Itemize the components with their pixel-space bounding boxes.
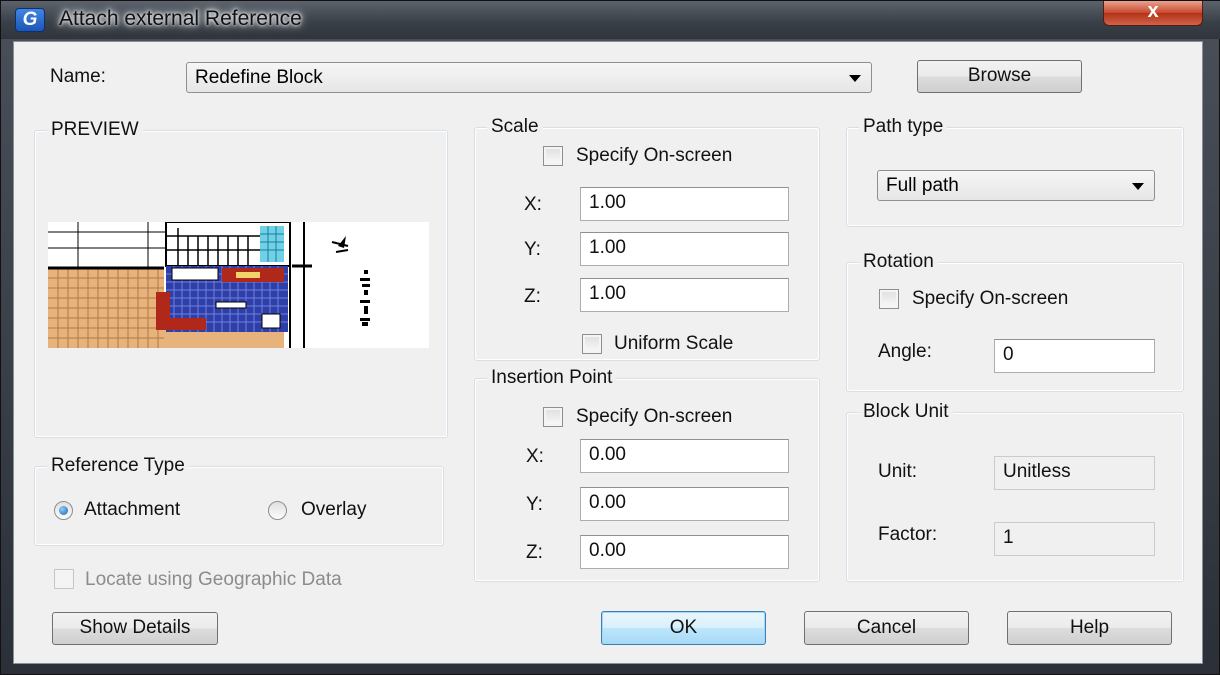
insertion-z-label: Z: — [526, 542, 543, 563]
name-label: Name: — [50, 66, 106, 87]
scale-x-label: X: — [524, 194, 542, 215]
scale-z-label: Z: — [524, 286, 541, 307]
radio-attachment[interactable] — [54, 501, 73, 520]
factor-field: 1 — [994, 522, 1155, 556]
factor-label: Factor: — [878, 524, 938, 545]
radio-attachment-label[interactable]: Attachment — [84, 499, 180, 521]
uniform-scale-label: Uniform Scale — [614, 333, 734, 354]
name-dropdown[interactable]: Redefine Block — [186, 62, 872, 93]
block-unit-title: Block Unit — [859, 401, 953, 423]
show-details-button[interactable]: Show Details — [52, 612, 218, 645]
geographic-data-label: Locate using Geographic Data — [85, 569, 342, 590]
uniform-scale-checkbox[interactable] — [582, 334, 602, 354]
angle-input[interactable]: 0 — [994, 339, 1155, 373]
browse-button[interactable]: Browse — [917, 60, 1082, 93]
chevron-down-icon — [1132, 182, 1144, 190]
dialog-body: Name: Redefine Block Browse PREVIEW Refe… — [13, 41, 1203, 664]
scale-y-label: Y: — [524, 239, 541, 260]
scale-specify-label: Specify On-screen — [576, 145, 733, 166]
app-logo-icon: G — [15, 8, 45, 32]
rotation-specify-checkbox[interactable] — [879, 289, 899, 309]
rotation-title: Rotation — [859, 251, 938, 273]
scale-z-input[interactable]: 1.00 — [580, 278, 789, 312]
preview-image — [48, 222, 429, 348]
path-type-dropdown[interactable]: Full path — [877, 170, 1155, 201]
radio-overlay[interactable] — [268, 501, 287, 520]
help-button[interactable]: Help — [1007, 611, 1172, 645]
insertion-x-label: X: — [526, 446, 544, 467]
path-type-value: Full path — [886, 175, 959, 196]
insertion-z-input[interactable]: 0.00 — [580, 535, 789, 569]
insertion-specify-label: Specify On-screen — [576, 406, 733, 427]
title-bar[interactable]: G Attach external Reference x — [1, 1, 1220, 39]
insertion-y-label: Y: — [526, 494, 543, 515]
unit-field: Unitless — [994, 456, 1155, 490]
unit-label: Unit: — [878, 461, 918, 482]
scale-specify-checkbox[interactable] — [543, 146, 563, 166]
insertion-x-input[interactable]: 0.00 — [580, 439, 789, 473]
scale-title: Scale — [487, 116, 543, 138]
insertion-point-title: Insertion Point — [487, 367, 617, 389]
path-type-title: Path type — [859, 116, 948, 138]
insertion-y-input[interactable]: 0.00 — [580, 487, 789, 521]
close-icon: x — [1147, 0, 1159, 22]
geographic-data-checkbox[interactable] — [54, 569, 74, 589]
radio-overlay-label[interactable]: Overlay — [301, 499, 366, 521]
scale-y-input[interactable]: 1.00 — [580, 232, 789, 266]
preview-title: PREVIEW — [47, 119, 143, 141]
name-dropdown-value: Redefine Block — [195, 67, 323, 88]
ok-button[interactable]: OK — [601, 611, 766, 645]
window-title: Attach external Reference — [59, 7, 302, 30]
rotation-specify-label: Specify On-screen — [912, 288, 1069, 309]
scale-x-input[interactable]: 1.00 — [580, 187, 789, 221]
chevron-down-icon — [849, 74, 861, 82]
dialog-window: G Attach external Reference x Name: Rede… — [0, 0, 1220, 675]
reference-type-title: Reference Type — [47, 455, 189, 477]
angle-label: Angle: — [878, 341, 932, 362]
cancel-button[interactable]: Cancel — [804, 611, 969, 645]
insertion-specify-checkbox[interactable] — [543, 407, 563, 427]
close-button[interactable]: x — [1103, 1, 1203, 26]
block-unit-group: Block Unit — [846, 401, 1184, 582]
